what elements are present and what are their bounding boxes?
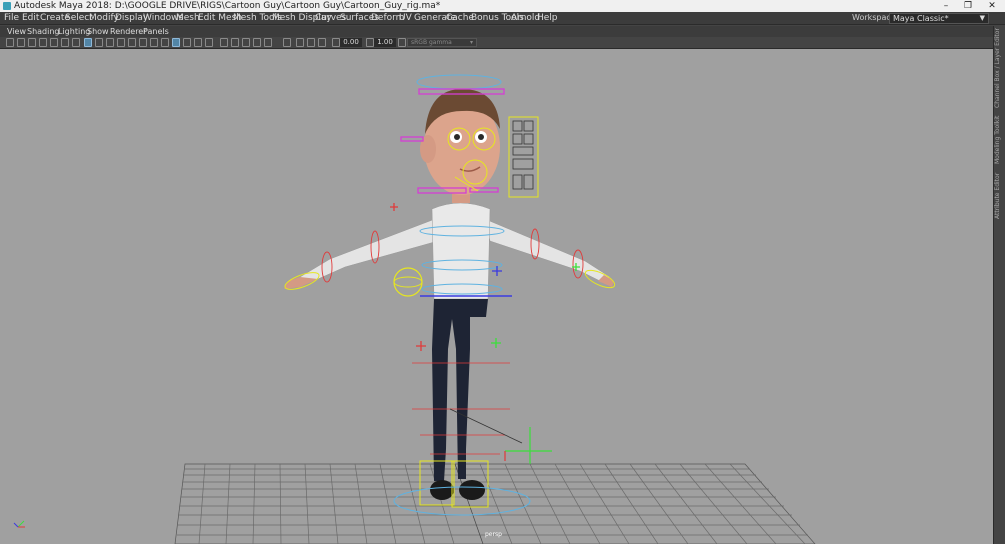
panel-menu-panels[interactable]: Panels [143, 26, 169, 37]
xray-joints-icon[interactable] [296, 38, 304, 47]
multisample-aa-icon[interactable] [242, 38, 250, 47]
backface-culling-icon[interactable] [318, 38, 326, 47]
menu-file[interactable]: File [4, 12, 19, 24]
view-axis-gizmo [13, 520, 25, 528]
shadows-icon[interactable] [205, 38, 213, 47]
menu-edit[interactable]: Edit [22, 12, 39, 24]
color-management-icon[interactable] [398, 38, 406, 47]
close-button[interactable]: ✕ [980, 0, 1004, 12]
motion-blur-icon[interactable] [231, 38, 239, 47]
grease-pencil-icon[interactable] [61, 38, 69, 47]
xray-icon[interactable] [283, 38, 291, 47]
menu-cache[interactable]: Cache [446, 12, 474, 24]
cartoon-character-model[interactable] [284, 89, 614, 500]
isolate-select-icon[interactable] [264, 38, 272, 47]
safe-title-icon[interactable] [139, 38, 147, 47]
grid-icon[interactable] [72, 38, 80, 47]
menu-arnold[interactable]: Arnold [511, 12, 540, 24]
modeling-toolkit-tab[interactable]: Modeling Toolkit [994, 114, 1005, 166]
gamma-icon[interactable] [366, 38, 374, 47]
chevron-down-icon: ▼ [979, 14, 985, 22]
panel-toolbar: 0.00 1.00 sRGB gamma ▾ [0, 37, 993, 49]
depth-of-field-icon[interactable] [253, 38, 261, 47]
camera-label: persp [485, 531, 502, 538]
smooth-shade-icon[interactable] [161, 38, 169, 47]
exposure-icon[interactable] [332, 38, 340, 47]
screen-space-ao-icon[interactable] [220, 38, 228, 47]
panel-menu-lighting[interactable]: Lighting [58, 26, 90, 37]
select-camera-icon[interactable] [6, 38, 14, 47]
wireframe-icon[interactable] [150, 38, 158, 47]
field-chart-icon[interactable] [117, 38, 125, 47]
camera-attributes-icon[interactable] [17, 38, 25, 47]
title-bar: Autodesk Maya 2018: D:\GOOGLE DRIVE\RIGS… [0, 0, 1005, 12]
workspace-value: Maya Classic* [893, 14, 949, 23]
main-menu-bar: File Edit Create Select Modify Display W… [0, 12, 1005, 25]
chevron-down-icon: ▾ [469, 39, 473, 46]
film-gate-icon[interactable] [84, 38, 92, 47]
channel-box-tab[interactable]: Channel Box / Layer Editor [994, 28, 1005, 108]
panel-menu-shading[interactable]: Shading [27, 26, 60, 37]
gamma-field[interactable]: 1.00 [374, 38, 396, 47]
panel-menu-renderer[interactable]: Renderer [110, 26, 147, 37]
use-all-lights-icon[interactable] [194, 38, 202, 47]
attribute-editor-tab[interactable]: Attribute Editor [994, 172, 1005, 220]
safe-action-icon[interactable] [128, 38, 136, 47]
side-tab-strip: Channel Box / Layer Editor Modeling Tool… [993, 26, 1005, 544]
bookmarks-icon[interactable] [28, 38, 36, 47]
perspective-viewport[interactable] [0, 49, 993, 544]
color-space-value: sRGB gamma [411, 39, 452, 46]
image-plane-icon[interactable] [39, 38, 47, 47]
gate-mask-icon[interactable] [106, 38, 114, 47]
wireframe-on-shaded-icon[interactable] [172, 38, 180, 47]
maximize-button[interactable]: ❐ [956, 0, 980, 12]
panel-menu-view[interactable]: View [7, 26, 26, 37]
window-title: Autodesk Maya 2018: D:\GOOGLE DRIVE\RIGS… [14, 1, 441, 11]
resolution-gate-icon[interactable] [95, 38, 103, 47]
textured-icon[interactable] [183, 38, 191, 47]
2d-pan-zoom-icon[interactable] [50, 38, 58, 47]
maya-app-icon [3, 2, 11, 10]
panel-menu-bar: View Shading Lighting Show Renderer Pane… [0, 26, 993, 37]
menu-mesh[interactable]: Mesh [176, 12, 200, 24]
minimize-button[interactable]: – [934, 0, 958, 12]
viewport-scene [13, 74, 816, 544]
color-space-select[interactable]: sRGB gamma ▾ [407, 38, 477, 47]
exposure-field[interactable]: 0.00 [340, 38, 362, 47]
workspace-select[interactable]: Maya Classic* ▼ [889, 13, 989, 24]
xray-components-icon[interactable] [307, 38, 315, 47]
menu-help[interactable]: Help [537, 12, 558, 24]
panel-menu-show[interactable]: Show [87, 26, 109, 37]
menu-uv[interactable]: UV [399, 12, 412, 24]
